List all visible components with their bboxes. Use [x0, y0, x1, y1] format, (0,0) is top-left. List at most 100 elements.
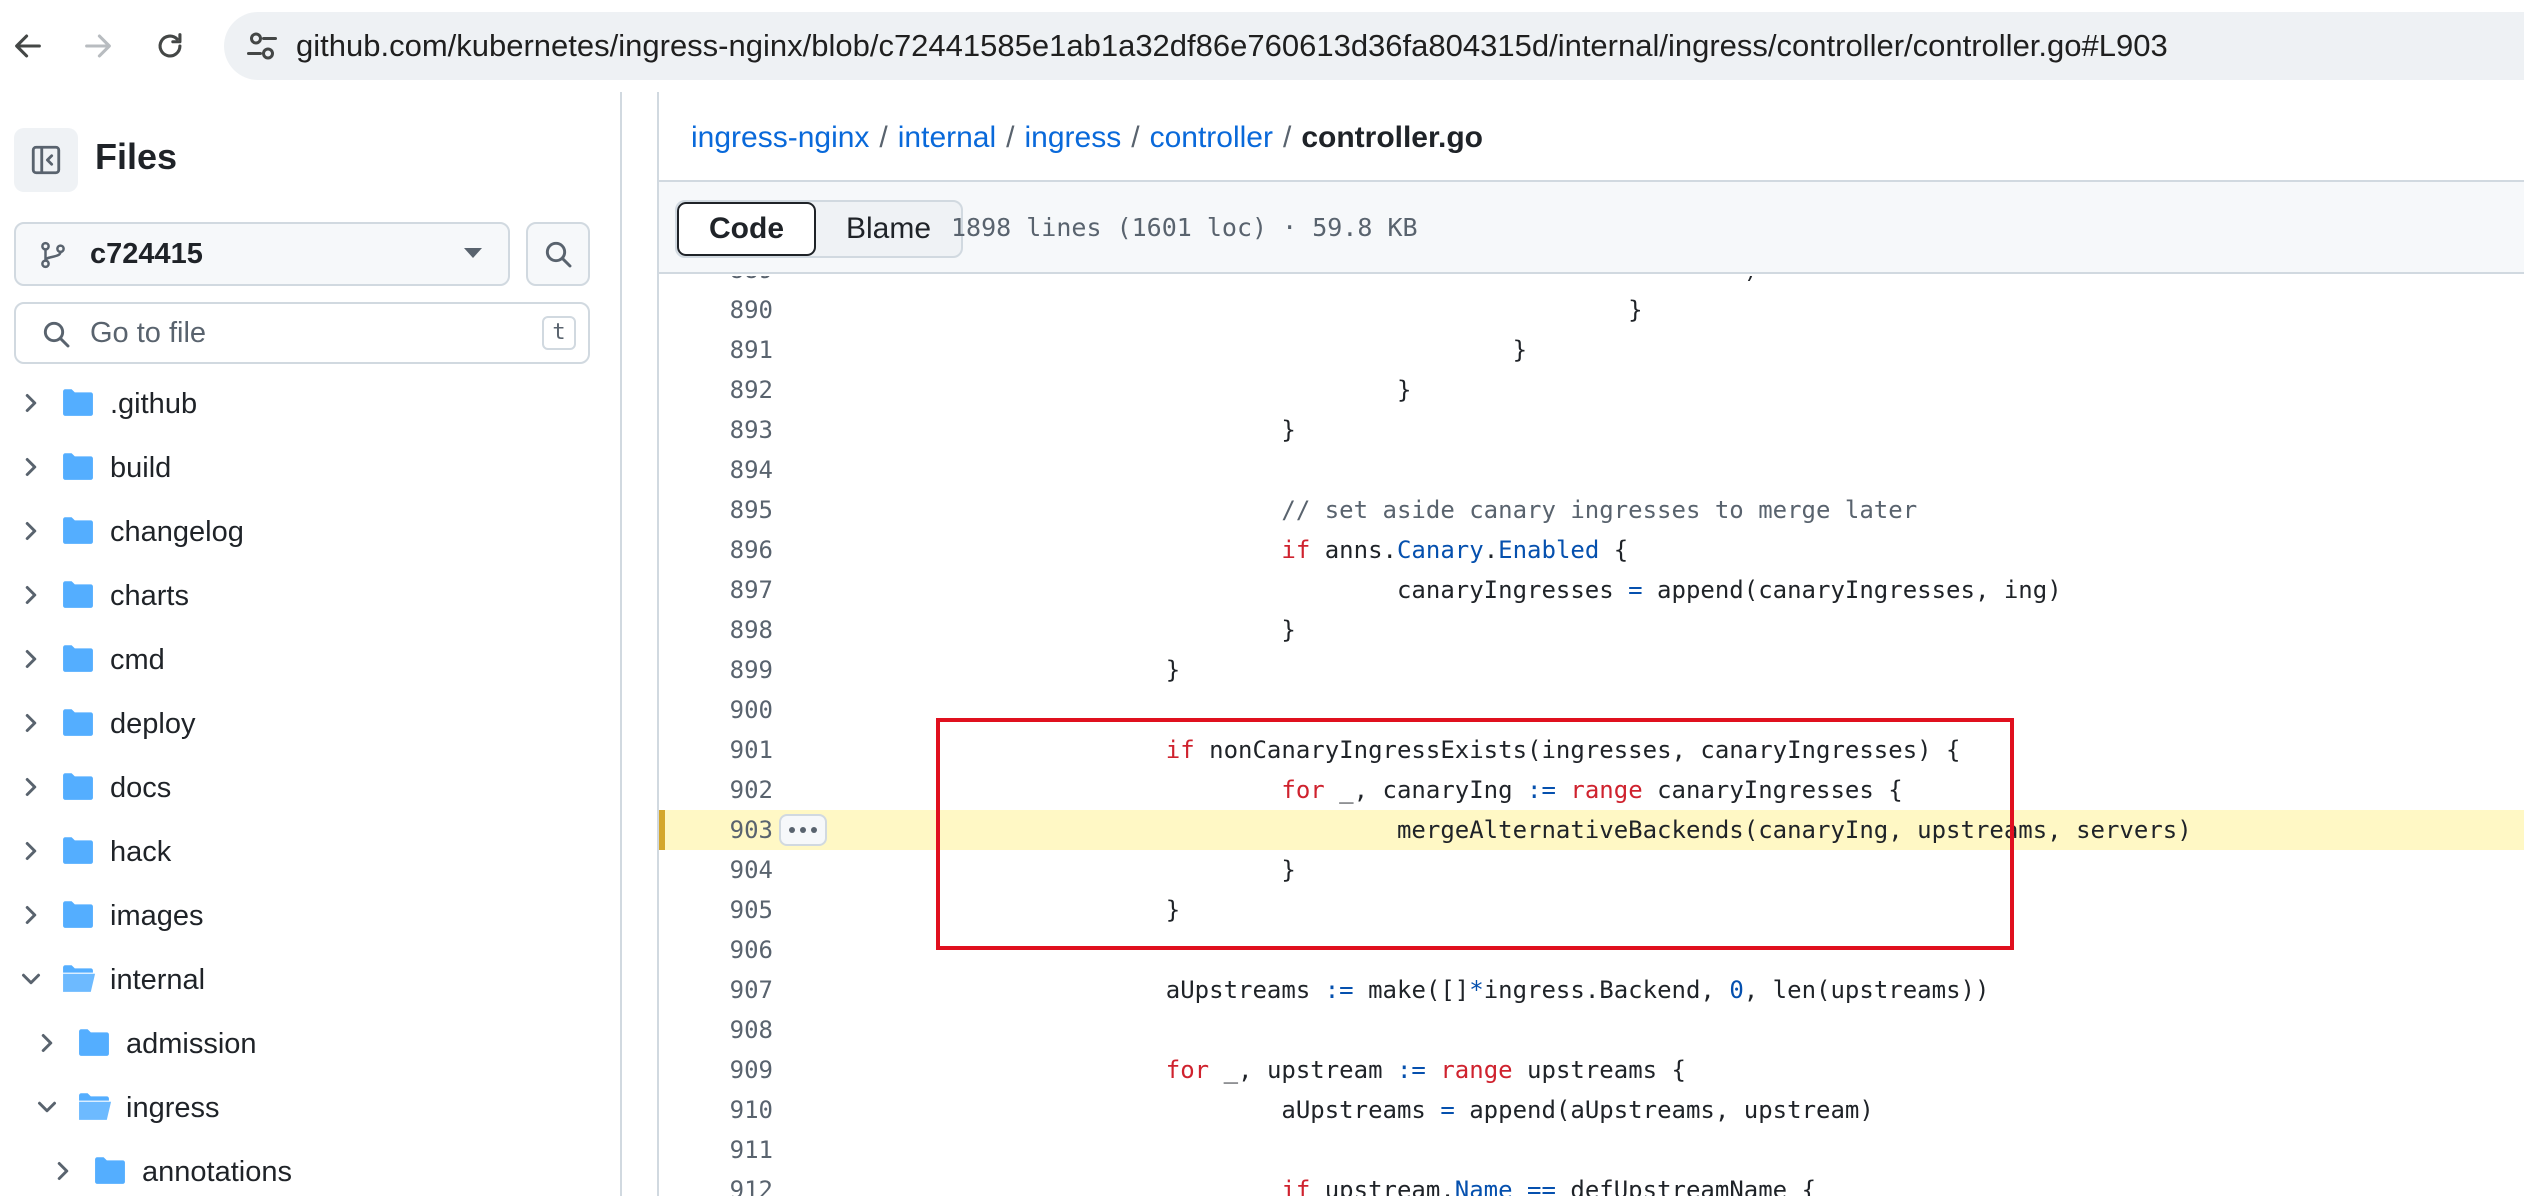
line-number[interactable]: 900: [659, 690, 773, 730]
tree-item-label: changelog: [110, 516, 244, 548]
tree-item-ingress[interactable]: ingress: [0, 1076, 620, 1140]
breadcrumb-separator: /: [1006, 121, 1015, 154]
line-number[interactable]: 911: [659, 1130, 773, 1170]
folder-icon: [95, 1157, 125, 1184]
line-number[interactable]: 891: [659, 330, 773, 370]
tree-item-annotations[interactable]: annotations: [0, 1140, 620, 1196]
line-number[interactable]: 906: [659, 930, 773, 970]
line-number[interactable]: 908: [659, 1010, 773, 1050]
chevron-right-icon[interactable]: [16, 388, 46, 418]
line-number[interactable]: 910: [659, 1090, 773, 1130]
code-line: 911: [659, 1130, 2524, 1170]
code-line: 901 if nonCanaryIngressExists(ingresses,…: [659, 730, 2524, 770]
breadcrumb-link-ingress-nginx[interactable]: ingress-nginx: [691, 121, 869, 154]
line-number[interactable]: 890: [659, 290, 773, 330]
chevron-right-icon[interactable]: [16, 452, 46, 482]
line-number[interactable]: 904: [659, 850, 773, 890]
tree-item-internal[interactable]: internal: [0, 948, 620, 1012]
go-to-file-input[interactable]: Go to file t: [14, 302, 590, 364]
code-line: 896 if anns.Canary.Enabled {: [659, 530, 2524, 570]
chevron-right-icon[interactable]: [16, 644, 46, 674]
tree-item-hack[interactable]: hack: [0, 820, 620, 884]
chevron-down-icon[interactable]: [32, 1092, 62, 1122]
breadcrumb-link-controller[interactable]: controller: [1150, 121, 1273, 154]
breadcrumb-bar: ingress-nginx / internal / ingress / controlle…: [659, 92, 2524, 182]
chevron-right-icon[interactable]: [16, 580, 46, 610]
url-text[interactable]: github.com/kubernetes/ingress-nginx/blob…: [296, 12, 2168, 80]
tree-item-cmd[interactable]: cmd: [0, 628, 620, 692]
tree-item-label: ingress: [126, 1092, 220, 1124]
code-text: }: [819, 616, 1296, 644]
chevron-right-icon[interactable]: [16, 708, 46, 738]
folder-icon: [63, 837, 93, 864]
branch-selector[interactable]: c724415: [14, 222, 510, 286]
line-number[interactable]: 889: [659, 276, 773, 290]
code-text: }: [819, 656, 1181, 684]
folder-icon: [63, 581, 93, 608]
reload-button[interactable]: [146, 22, 194, 70]
line-number[interactable]: 893: [659, 410, 773, 450]
breadcrumb-separator: /: [1131, 121, 1140, 154]
tree-item-build[interactable]: build: [0, 436, 620, 500]
folder-icon: [63, 453, 93, 480]
chevron-right-icon[interactable]: [16, 772, 46, 802]
tree-item-changelog[interactable]: changelog: [0, 500, 620, 564]
line-number[interactable]: 903: [659, 810, 773, 850]
site-settings-icon[interactable]: [244, 28, 280, 64]
chevron-right-icon[interactable]: [48, 1156, 78, 1186]
line-number[interactable]: 901: [659, 730, 773, 770]
line-number[interactable]: 905: [659, 890, 773, 930]
line-number[interactable]: 897: [659, 570, 773, 610]
tree-item-charts[interactable]: charts: [0, 564, 620, 628]
tree-item-docs[interactable]: docs: [0, 756, 620, 820]
tree-item-images[interactable]: images: [0, 884, 620, 948]
line-number[interactable]: 894: [659, 450, 773, 490]
line-number[interactable]: 902: [659, 770, 773, 810]
chevron-right-icon[interactable]: [16, 836, 46, 866]
line-number[interactable]: 909: [659, 1050, 773, 1090]
line-number[interactable]: 898: [659, 610, 773, 650]
collapse-sidebar-button[interactable]: [14, 128, 78, 192]
code-text: if nonCanaryIngressExists(ingresses, can…: [1165, 736, 1961, 764]
tree-item-admission[interactable]: admission: [0, 1012, 620, 1076]
chevron-right-icon[interactable]: [32, 1028, 62, 1058]
code-line: 900: [659, 690, 2524, 730]
kebab-dot-icon: [811, 827, 817, 833]
code-line: 903 mergeAlternativeBackends(canaryIng, …: [659, 810, 2524, 850]
chevron-down-icon[interactable]: [16, 964, 46, 994]
code-line: 908: [659, 1010, 2524, 1050]
line-number[interactable]: 907: [659, 970, 773, 1010]
chevron-right-icon[interactable]: [16, 900, 46, 930]
go-to-file-placeholder: Go to file: [90, 317, 207, 349]
file-viewer: ingress-nginx / internal / ingress / controlle…: [657, 92, 2524, 1196]
code-tab[interactable]: Code: [677, 202, 816, 256]
tree-item-label: annotations: [142, 1156, 292, 1188]
breadcrumb-link-internal[interactable]: internal: [898, 121, 996, 154]
sidebar-collapse-icon: [31, 145, 61, 175]
line-number[interactable]: 892: [659, 370, 773, 410]
line-number[interactable]: 896: [659, 530, 773, 570]
line-number[interactable]: 895: [659, 490, 773, 530]
caret-down-icon: [464, 248, 482, 258]
code-text: for _, upstream := range upstreams {: [1165, 1056, 1686, 1084]
code-text: // set aside canary ingresses to merge l…: [1281, 496, 1918, 524]
line-number[interactable]: 912: [659, 1170, 773, 1196]
code-line: 895 // set aside canary ingresses to mer…: [659, 490, 2524, 530]
forward-button[interactable]: [74, 22, 122, 70]
kebab-dot-icon: [789, 827, 795, 833]
search-files-button[interactable]: [526, 222, 590, 286]
address-bar[interactable]: github.com/kubernetes/ingress-nginx/blob…: [224, 12, 2524, 80]
code-line: 907 aUpstreams := make([]*ingress.Backen…: [659, 970, 2524, 1010]
tree-item-label: build: [110, 452, 172, 484]
chevron-right-icon[interactable]: [16, 516, 46, 546]
file-tree-sidebar: Files c724415 Go to file t .github build c…: [0, 92, 622, 1196]
blame-tab[interactable]: Blame: [816, 202, 961, 256]
breadcrumb-link-ingress[interactable]: ingress: [1025, 121, 1122, 154]
tree-item-deploy[interactable]: deploy: [0, 692, 620, 756]
tree-item-label: docs: [110, 772, 172, 804]
tree-item-github[interactable]: .github: [0, 372, 620, 436]
back-button[interactable]: [4, 22, 52, 70]
search-icon: [43, 321, 70, 348]
code-line: 891 }: [659, 330, 2524, 370]
line-number[interactable]: 899: [659, 650, 773, 690]
